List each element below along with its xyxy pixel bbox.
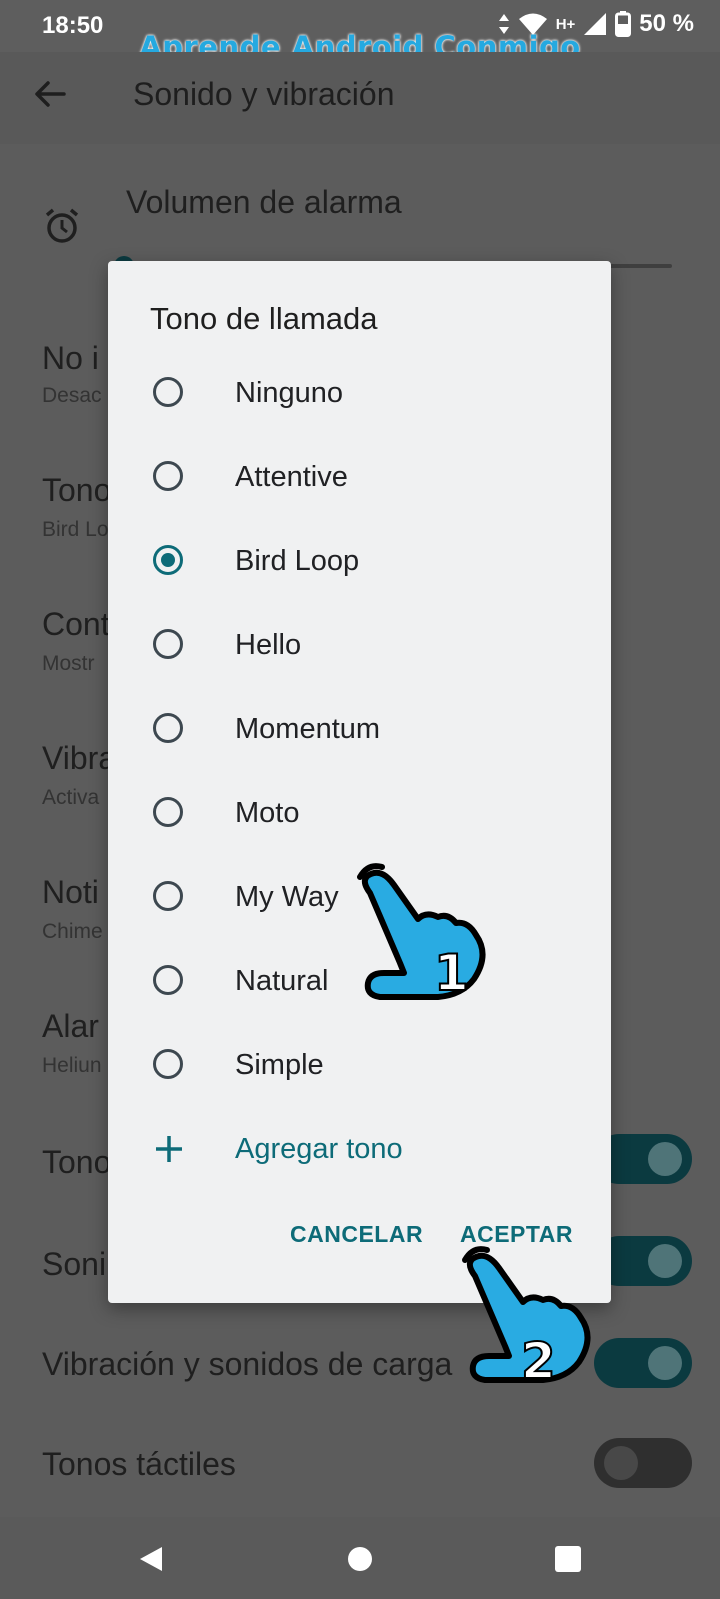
radio-button[interactable] — [153, 629, 183, 659]
alarm-volume-title: Volumen de alarma — [126, 184, 402, 220]
dialog-title: Tono de llamada — [150, 301, 378, 336]
pointing-hand-icon: 1 — [357, 863, 486, 1003]
settings-row-title[interactable]: Cont — [42, 606, 110, 643]
nav-home-icon[interactable] — [342, 1541, 378, 1577]
radio-button[interactable] — [153, 461, 183, 491]
radio-button[interactable] — [153, 377, 183, 407]
toggle-knob — [648, 1346, 682, 1380]
settings-toggle-title[interactable]: Soni — [42, 1246, 106, 1283]
navigation-bar — [0, 1517, 720, 1599]
nav-recents-icon[interactable] — [550, 1541, 586, 1577]
settings-toggle-title[interactable]: Vibración y sonidos de carga — [42, 1346, 452, 1383]
settings-row-subtitle: Chime — [42, 920, 103, 943]
settings-row-title[interactable]: No i — [42, 340, 99, 377]
settings-row-title[interactable]: Alar — [42, 1008, 99, 1045]
page-title: Sonido y vibración — [133, 76, 395, 112]
nav-back-icon[interactable] — [134, 1541, 170, 1577]
option-label: My Way — [235, 881, 339, 913]
settings-row-subtitle: Activa — [42, 786, 100, 809]
radio-button-selected[interactable] — [153, 545, 183, 575]
radio-button[interactable] — [153, 1049, 183, 1079]
toggle-knob — [648, 1244, 682, 1278]
step-number: 2 — [521, 1332, 556, 1390]
settings-toggle-title[interactable]: Tonos táctiles — [42, 1446, 236, 1483]
cancel-button[interactable]: CANCELAR — [290, 1221, 423, 1248]
add-tone-button[interactable]: Agregar tono — [108, 1109, 611, 1193]
settings-row-title[interactable]: Noti — [42, 874, 99, 911]
toggle-switch[interactable] — [594, 1438, 692, 1488]
option-label: Ninguno — [235, 377, 344, 409]
ringtone-option[interactable]: Bird Loop — [108, 521, 611, 605]
radio-button[interactable] — [153, 965, 183, 995]
ringtone-dialog: Tono de llamada Ninguno Attentive Bird L… — [108, 261, 611, 1303]
plus-icon — [156, 1136, 182, 1162]
settings-row-subtitle: Bird Lo — [42, 518, 109, 541]
settings-row-subtitle: Heliun — [42, 1054, 102, 1077]
settings-row-subtitle: Desac — [42, 384, 102, 407]
settings-row-subtitle: Mostr — [42, 652, 95, 675]
ringtone-option[interactable]: Attentive — [108, 437, 611, 521]
ringtone-option[interactable]: Moto — [108, 773, 611, 857]
settings-toggle-title[interactable]: Tono — [42, 1144, 111, 1181]
step-number: 1 — [434, 944, 469, 1002]
radio-button[interactable] — [153, 713, 183, 743]
option-label: Attentive — [235, 461, 348, 493]
add-tone-label: Agregar tono — [235, 1133, 403, 1165]
option-label: Momentum — [235, 713, 381, 745]
toggle-switch[interactable] — [594, 1338, 692, 1388]
alarm-clock-icon — [45, 208, 79, 243]
settings-row-title[interactable]: Tono — [42, 472, 111, 509]
settings-row-title[interactable]: Vibra — [42, 740, 116, 777]
option-label: Bird Loop — [235, 545, 360, 577]
pointing-hand-icon: 2 — [462, 1246, 591, 1391]
radio-button[interactable] — [153, 881, 183, 911]
ringtone-option[interactable]: Simple — [108, 1025, 611, 1109]
radio-button[interactable] — [153, 797, 183, 827]
option-label: Simple — [235, 1049, 324, 1081]
toggle-knob — [604, 1446, 638, 1480]
toggle-knob — [648, 1142, 682, 1176]
ringtone-option[interactable]: Momentum — [108, 689, 611, 773]
ringtone-option[interactable]: Hello — [108, 605, 611, 689]
option-label: Natural — [235, 965, 329, 997]
ringtone-option[interactable]: Ninguno — [108, 353, 611, 437]
option-label: Moto — [235, 797, 300, 829]
option-label: Hello — [235, 629, 302, 661]
app-bar: Sonido y vibración — [0, 52, 720, 144]
back-arrow-icon[interactable] — [30, 74, 70, 114]
